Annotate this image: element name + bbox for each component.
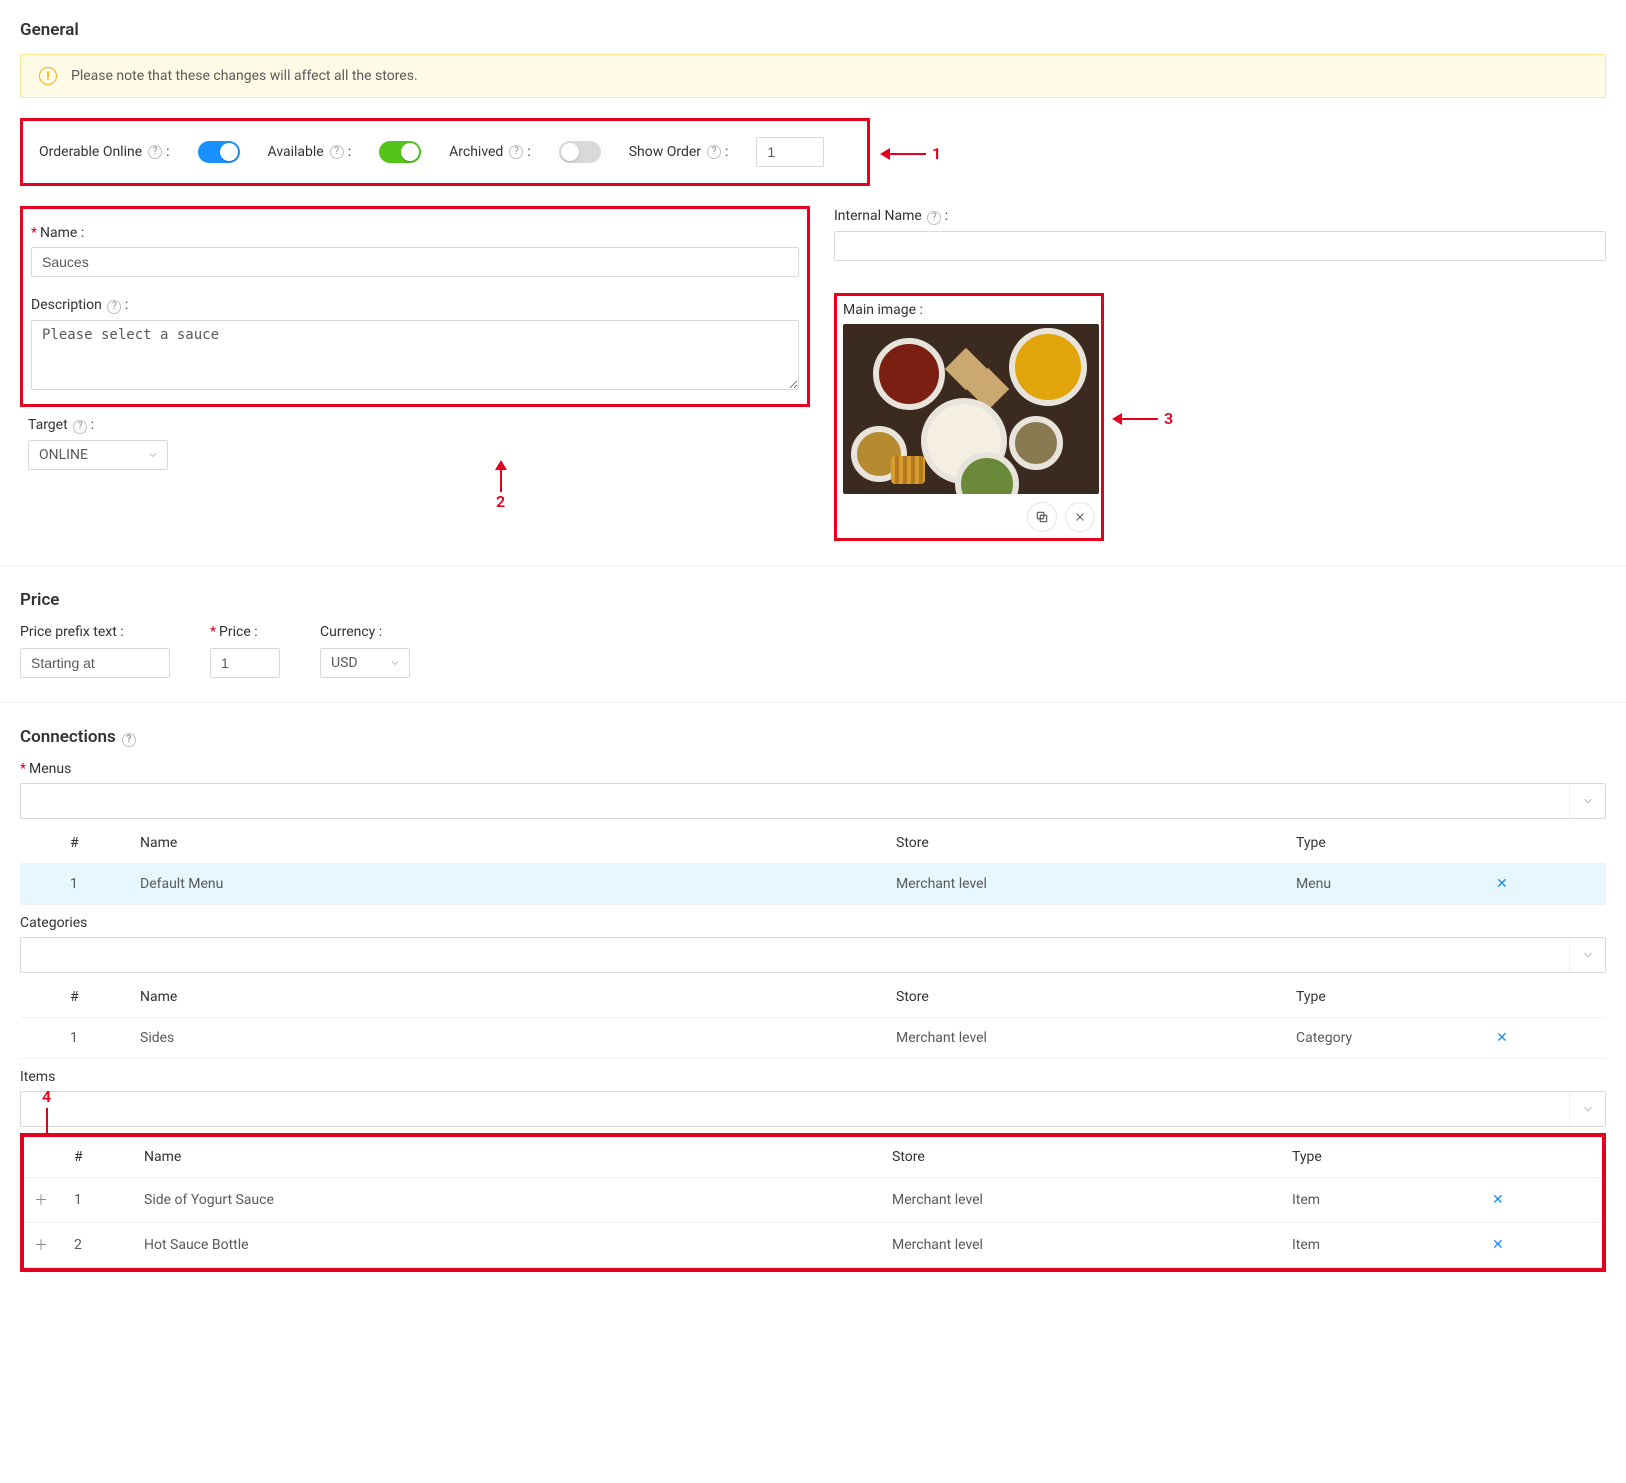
- categories-label: Categories: [20, 915, 1606, 931]
- annotation-arrow-2: 2: [490, 460, 511, 511]
- section-title-price: Price: [20, 590, 1606, 610]
- help-icon[interactable]: ?: [707, 145, 721, 159]
- section-price: Price Price prefix text : *Price : Curre…: [20, 590, 1606, 678]
- chevron-down-icon: [1569, 1092, 1605, 1126]
- annotation-box-2: *Name : Description ? :: [20, 206, 810, 407]
- help-icon[interactable]: ?: [148, 145, 162, 159]
- section-connections: Connections ? *Menus # Name Store Type 1…: [20, 727, 1606, 1272]
- expand-row-icon[interactable]: ＋: [34, 1238, 48, 1254]
- toggle-row: Orderable Online ? : Available ? : Archi…: [39, 137, 851, 167]
- annotation-arrow-3: 3: [1112, 409, 1179, 428]
- help-icon[interactable]: ?: [330, 145, 344, 159]
- description-input[interactable]: [31, 320, 799, 390]
- table-header-row: # Name Store Type: [20, 977, 1606, 1018]
- target-select[interactable]: ONLINE: [28, 440, 168, 470]
- table-header-row: # Name Store Type: [20, 823, 1606, 864]
- internal-name-label: Internal Name ? :: [834, 208, 1606, 225]
- available-label: Available ? :: [268, 144, 352, 160]
- items-label: Items: [20, 1069, 1606, 1085]
- copy-image-button[interactable]: [1027, 502, 1057, 532]
- remove-row-button[interactable]: ✕: [1492, 1237, 1504, 1253]
- name-label: *Name :: [31, 225, 799, 241]
- chevron-down-icon: [1569, 938, 1605, 972]
- price-input[interactable]: [210, 648, 280, 678]
- food-image-placeholder: [843, 324, 1099, 494]
- internal-name-input[interactable]: [834, 231, 1606, 261]
- chevron-down-icon: [389, 657, 401, 669]
- copy-icon: [1035, 510, 1049, 524]
- chevron-down-icon: [147, 449, 159, 461]
- expand-row-icon[interactable]: ＋: [34, 1193, 48, 1209]
- help-icon[interactable]: ?: [509, 145, 523, 159]
- available-toggle[interactable]: [379, 141, 421, 163]
- section-title-general: General: [20, 20, 1606, 40]
- price-prefix-input[interactable]: [20, 648, 170, 678]
- chevron-down-icon: [1569, 784, 1605, 818]
- help-icon[interactable]: ?: [927, 211, 941, 225]
- orderable-online-toggle[interactable]: [198, 141, 240, 163]
- archived-toggle[interactable]: [559, 141, 601, 163]
- annotation-box-4: # Name Store Type ＋ 1 Side of Yogurt Sau…: [20, 1133, 1606, 1272]
- description-label: Description ? :: [31, 297, 799, 314]
- currency-label: Currency :: [320, 624, 410, 640]
- remove-image-button[interactable]: [1065, 502, 1095, 532]
- currency-select[interactable]: USD: [320, 648, 410, 678]
- alert-text: Please note that these changes will affe…: [71, 68, 418, 84]
- remove-row-button[interactable]: ✕: [1496, 876, 1508, 892]
- menus-table: # Name Store Type 1 Default Menu Merchan…: [20, 823, 1606, 905]
- main-image-thumbnail[interactable]: [843, 324, 1099, 494]
- help-icon[interactable]: ?: [122, 733, 136, 747]
- help-icon[interactable]: ?: [107, 300, 121, 314]
- divider: [0, 702, 1626, 703]
- main-image-label: Main image :: [843, 302, 1095, 318]
- alert-banner: ! Please note that these changes will af…: [20, 54, 1606, 98]
- remove-row-button[interactable]: ✕: [1496, 1030, 1508, 1046]
- table-row[interactable]: 1 Sides Merchant level Category ✕: [20, 1018, 1606, 1059]
- orderable-online-label: Orderable Online ? :: [39, 144, 170, 160]
- items-combobox[interactable]: [20, 1091, 1606, 1127]
- section-general: General ! Please note that these changes…: [20, 20, 1606, 541]
- items-table: # Name Store Type ＋ 1 Side of Yogurt Sau…: [24, 1137, 1602, 1268]
- table-row[interactable]: ＋ 1 Side of Yogurt Sauce Merchant level …: [24, 1178, 1602, 1223]
- annotation-box-1: Orderable Online ? : Available ? : Archi…: [20, 118, 870, 186]
- close-icon: [1074, 511, 1086, 523]
- price-label: *Price :: [210, 624, 280, 640]
- table-row[interactable]: ＋ 2 Hot Sauce Bottle Merchant level Item…: [24, 1223, 1602, 1268]
- remove-row-button[interactable]: ✕: [1492, 1192, 1504, 1208]
- warning-icon: !: [39, 67, 57, 85]
- categories-table: # Name Store Type 1 Sides Merchant level…: [20, 977, 1606, 1059]
- target-label: Target ? :: [28, 417, 802, 434]
- table-header-row: # Name Store Type: [24, 1137, 1602, 1178]
- categories-combobox[interactable]: [20, 937, 1606, 973]
- show-order-input[interactable]: [756, 137, 824, 167]
- menus-label: *Menus: [20, 761, 1606, 777]
- help-icon[interactable]: ?: [73, 420, 87, 434]
- show-order-label: Show Order ? :: [629, 144, 729, 160]
- archived-label: Archived ? :: [449, 144, 531, 160]
- annotation-arrow-1: 1: [880, 144, 947, 163]
- price-prefix-label: Price prefix text :: [20, 624, 170, 640]
- section-title-connections: Connections ?: [20, 727, 1606, 747]
- divider: [0, 565, 1626, 566]
- name-input[interactable]: [31, 247, 799, 277]
- table-row[interactable]: 1 Default Menu Merchant level Menu ✕: [20, 864, 1606, 905]
- menus-combobox[interactable]: [20, 783, 1606, 819]
- annotation-box-3: Main image :: [834, 293, 1104, 541]
